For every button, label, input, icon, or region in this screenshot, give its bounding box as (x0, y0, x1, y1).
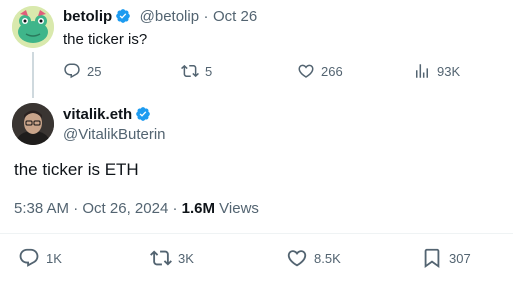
bookmarks-button[interactable]: 307 (421, 247, 471, 269)
reply-to-replies-button[interactable]: 25 (63, 62, 101, 80)
reply-to-views-count: 93K (437, 63, 461, 79)
reply-to-retweets-button[interactable]: 5 (181, 62, 212, 80)
bookmarks-count: 307 (449, 250, 471, 266)
tweet-date[interactable]: Oct 26, 2024 (82, 200, 168, 217)
thread-connector-line (32, 52, 34, 98)
reply-to-likes-count: 266 (321, 63, 343, 79)
retweet-icon (181, 64, 199, 78)
frog-avatar-image (12, 6, 54, 48)
profile-photo-image (12, 103, 54, 145)
heart-icon (287, 250, 307, 267)
replies-button[interactable]: 1K (18, 247, 62, 269)
separator-dot: · (73, 200, 79, 217)
tweet-views-count: 1.6M (181, 200, 215, 217)
reply-to-retweets-count: 5 (205, 63, 213, 79)
verified-badge-icon (136, 107, 151, 121)
tweet-text: the ticker is ETH (14, 160, 139, 179)
reply-to-display-name[interactable]: betolip (63, 8, 112, 25)
vitalik-avatar[interactable] (12, 103, 54, 145)
reply-icon (64, 63, 80, 79)
separator-dot: · (172, 200, 178, 217)
tweet-time[interactable]: 5:38 AM (14, 200, 69, 217)
bookmark-icon (424, 248, 440, 269)
reply-to-date[interactable]: Oct 26 (213, 8, 257, 25)
reply-to-handle[interactable]: @betolip (140, 8, 199, 25)
retweets-button[interactable]: 3K (150, 247, 194, 269)
betolip-avatar[interactable] (12, 6, 54, 48)
likes-button[interactable]: 8.5K (286, 247, 341, 269)
reply-icon (19, 248, 39, 267)
tweet-meta: 5:38 AM · Oct 26, 2024 · 1.6M Views (14, 200, 259, 217)
tweet-display-name[interactable]: vitalik.eth (63, 106, 132, 123)
reply-to-text: the ticker is? (63, 31, 148, 48)
retweet-icon (150, 250, 172, 266)
likes-count: 8.5K (314, 250, 341, 266)
reply-to-header: betolip @betolip · Oct 26 (63, 8, 257, 26)
separator-dot: · (203, 8, 209, 25)
views-chart-icon (416, 64, 428, 78)
tweet-author-name-row: vitalik.eth (63, 106, 151, 124)
reply-to-replies-count: 25 (87, 63, 102, 79)
reply-to-views-button[interactable]: 93K (413, 62, 460, 80)
verified-badge-icon (116, 9, 131, 23)
tweet-views-label: Views (219, 200, 259, 217)
divider (0, 233, 513, 234)
retweets-count: 3K (178, 250, 194, 266)
tweet-handle[interactable]: @VitalikButerin (63, 126, 166, 143)
replies-count: 1K (46, 250, 62, 266)
heart-icon (298, 64, 314, 78)
reply-to-likes-button[interactable]: 266 (297, 62, 343, 80)
